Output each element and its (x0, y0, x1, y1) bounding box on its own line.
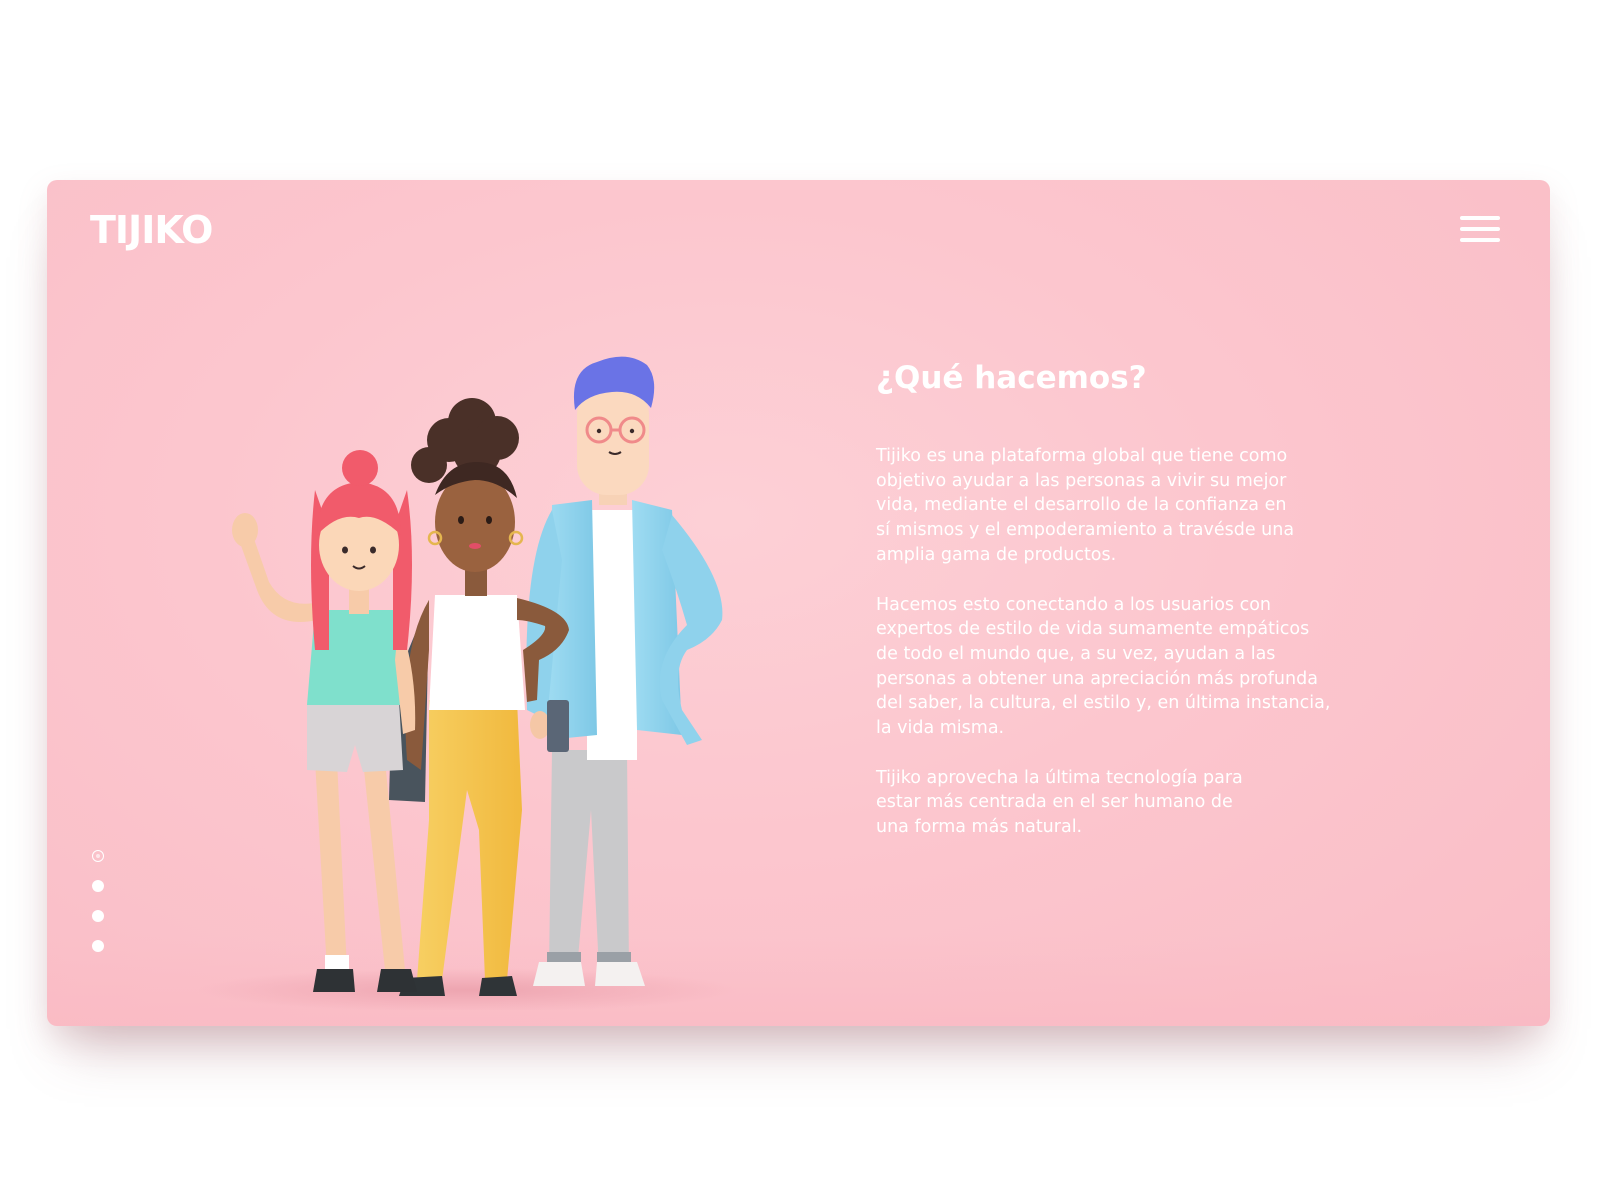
menu-bar (1460, 238, 1500, 242)
hamburger-menu-icon[interactable] (1460, 214, 1500, 246)
woman-pink-hair-character (232, 450, 417, 992)
paragraph-intro: Tijiko es una plataforma global que tien… (876, 446, 1295, 565)
man-character (526, 356, 723, 986)
characters-illustration (197, 356, 737, 1010)
menu-bar (1460, 216, 1500, 220)
menu-bar (1460, 227, 1500, 231)
paragraph-method: Hacemos esto conectando a los usuarios c… (876, 594, 1331, 739)
pagination-dot-2[interactable] (92, 880, 104, 892)
paragraph-technology: Tijiko aprovecha la última tecnología pa… (876, 767, 1243, 838)
pagination-dot-4[interactable] (92, 940, 104, 952)
pagination-dot-1[interactable] (92, 850, 104, 862)
pagination-dot-3[interactable] (92, 910, 104, 922)
section-heading: ¿Qué hacemos? (876, 360, 1147, 396)
hero-panel: TIJIKO ¿Qué hacemos? Tijiko es una plata… (47, 180, 1550, 1026)
brand-logo[interactable]: TIJIKO (90, 208, 213, 252)
ground-shadow (197, 968, 737, 1010)
slide-pagination (92, 850, 106, 970)
about-section: ¿Qué hacemos? Tijiko es una plataforma g… (876, 358, 1436, 865)
